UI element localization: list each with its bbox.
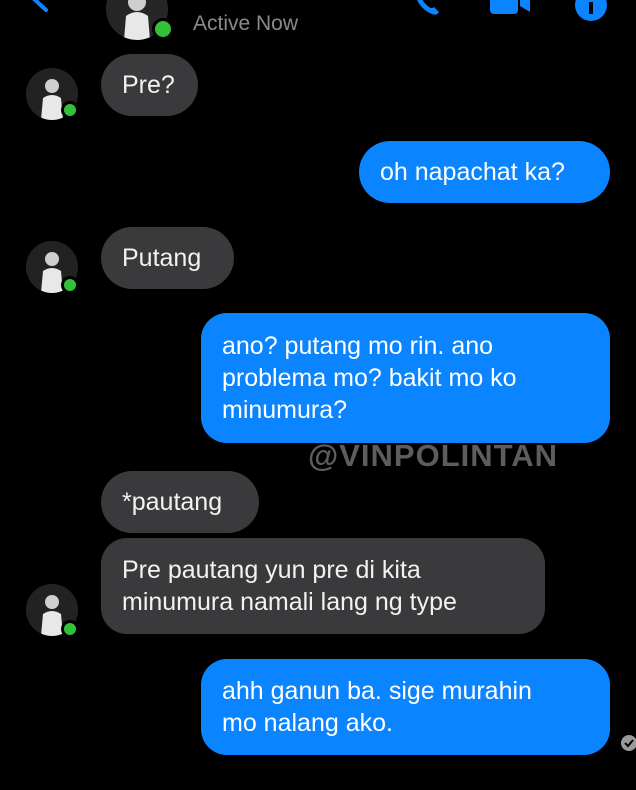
incoming-message[interactable]: *pautang xyxy=(101,471,259,533)
outgoing-message[interactable]: oh napachat ka? xyxy=(359,141,610,203)
message-text: oh napachat ka? xyxy=(380,158,565,186)
online-indicator xyxy=(61,101,79,119)
message-line: mo nalang ako. xyxy=(222,709,393,737)
message-line: problema mo? bakit mo ko xyxy=(222,364,517,392)
message-line: minumura? xyxy=(222,396,348,424)
video-icon[interactable] xyxy=(488,0,532,18)
watermark: @VINPOLINTAN xyxy=(308,438,559,473)
message-line: minumura namali lang ng type xyxy=(122,588,457,616)
incoming-message[interactable]: Pre? xyxy=(101,54,198,116)
message-text: Pre? xyxy=(122,71,175,99)
active-status: Active Now xyxy=(193,12,299,35)
message-line: ano? putang mo rin. ano xyxy=(222,332,494,360)
phone-icon[interactable] xyxy=(412,0,442,18)
message-text: Putang xyxy=(122,244,202,272)
delivered-check-icon xyxy=(621,735,636,751)
message-line: Pre pautang yun pre di kita xyxy=(122,556,421,584)
chat-header: Active Now xyxy=(0,0,636,48)
incoming-message[interactable]: Putang xyxy=(101,227,234,289)
info-icon[interactable] xyxy=(574,0,608,22)
outgoing-message[interactable]: ahh ganun ba. sige murahin mo nalang ako… xyxy=(201,659,610,755)
online-indicator xyxy=(61,620,79,638)
message-line: ahh ganun ba. sige murahin xyxy=(222,677,532,705)
online-indicator xyxy=(61,276,79,294)
message-text: *pautang xyxy=(122,488,223,516)
back-arrow-icon[interactable] xyxy=(26,0,52,12)
outgoing-message[interactable]: ano? putang mo rin. ano problema mo? bak… xyxy=(201,313,610,443)
online-indicator xyxy=(152,18,174,40)
incoming-message[interactable]: Pre pautang yun pre di kita minumura nam… xyxy=(101,538,545,634)
